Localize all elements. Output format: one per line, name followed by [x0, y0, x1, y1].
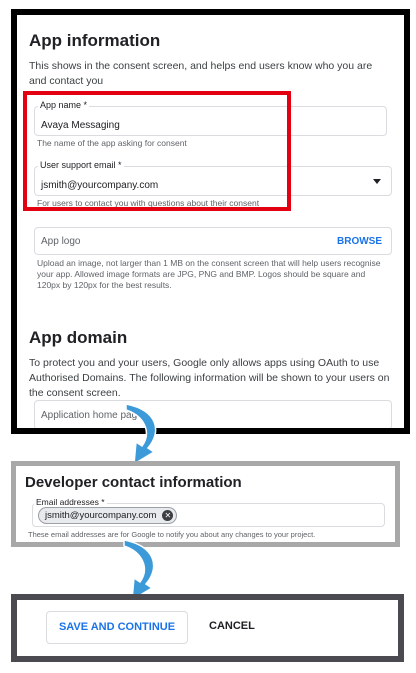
- email-addresses-label: Email addresses *: [34, 497, 107, 507]
- app-information-title: App information: [29, 31, 161, 50]
- developer-contact-title: Developer contact information: [25, 474, 242, 491]
- developer-contact-panel: Developer contact information jsmith@you…: [11, 461, 400, 547]
- home-page-field[interactable]: Application home page: [34, 400, 392, 428]
- developer-contact-help: These email addresses are for Google to …: [28, 530, 316, 539]
- caret-down-icon[interactable]: [373, 179, 381, 184]
- cancel-button[interactable]: CANCEL: [209, 611, 255, 642]
- app-domain-description: To protect you and your users, Google on…: [29, 357, 390, 399]
- app-logo-help: Upload an image, not larger than 1 MB on…: [37, 258, 381, 290]
- browse-button[interactable]: BROWSE: [337, 236, 382, 247]
- actions-panel: SAVE AND CONTINUE CANCEL: [11, 594, 404, 662]
- app-information-description: This shows in the consent screen, and he…: [29, 60, 373, 87]
- app-information-panel: App information This shows in the consen…: [11, 9, 410, 434]
- save-and-continue-button[interactable]: SAVE AND CONTINUE: [46, 611, 188, 644]
- email-chip-label: jsmith@yourcompany.com: [45, 510, 157, 521]
- highlight-box: [23, 91, 291, 211]
- app-domain-title: App domain: [29, 328, 128, 347]
- app-logo-field[interactable]: App logo BROWSE: [34, 227, 392, 255]
- cancel-circle-icon[interactable]: ✕: [162, 510, 174, 521]
- email-chip[interactable]: jsmith@yourcompany.com ✕: [38, 507, 178, 524]
- app-logo-placeholder: App logo: [41, 236, 81, 247]
